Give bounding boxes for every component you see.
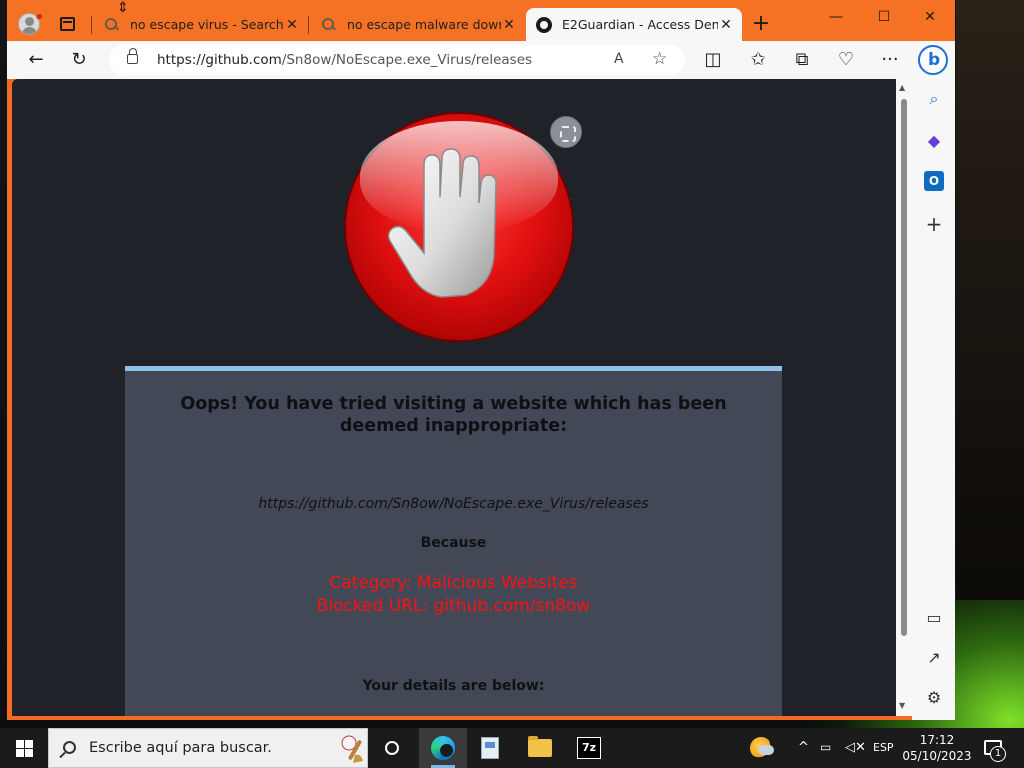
file-explorer-icon xyxy=(528,736,552,757)
lock-icon[interactable] xyxy=(127,48,138,64)
sidebar-search-icon[interactable]: ⌕ xyxy=(924,89,944,109)
stop-hand-icon xyxy=(387,148,497,298)
search-icon xyxy=(104,17,120,33)
start-button[interactable] xyxy=(16,740,33,757)
page-viewport: Oops! You have tried visiting a website … xyxy=(12,79,896,716)
access-denied-panel: Oops! You have tried visiting a website … xyxy=(125,366,782,716)
scrollbar-thumb[interactable] xyxy=(901,99,907,636)
hide-sidebar-icon[interactable]: ▭ xyxy=(924,608,944,628)
notification-count-badge: 1 xyxy=(990,746,1006,762)
profile-notification-dot xyxy=(36,13,43,20)
minimize-button[interactable]: — xyxy=(813,6,859,28)
scroll-down-arrow[interactable]: ▼ xyxy=(899,701,905,710)
search-icon xyxy=(63,741,76,754)
workspaces-icon[interactable] xyxy=(60,17,75,31)
blocked-url-reason: Blocked URL: github.com/sn8ow xyxy=(316,596,591,616)
tab-label: no escape virus - Search xyxy=(130,17,284,32)
blocked-url-text: https://github.com/Sn8ow/NoEscape.exe_Vi… xyxy=(258,496,649,512)
copilot-icon[interactable]: ◆ xyxy=(924,131,944,151)
address-path: /Sn8ow/NoEscape.exe_Virus/releases xyxy=(281,52,533,68)
edge-icon xyxy=(431,736,455,760)
details-heading: Your details are below: xyxy=(362,678,545,694)
task-view-icon[interactable] xyxy=(385,741,399,755)
taskbar-edge-button[interactable] xyxy=(419,728,467,768)
favorites-icon[interactable]: ✩ xyxy=(746,49,770,71)
bing-copilot-button[interactable]: b xyxy=(918,45,948,75)
collections-icon[interactable]: ⧉ xyxy=(790,49,814,71)
address-text[interactable]: https://github.com/Sn8ow/NoEscape.exe_Vi… xyxy=(157,52,532,68)
tab-search-malware[interactable]: no escape malware downloa ✕ xyxy=(321,8,521,41)
outlook-icon[interactable]: O xyxy=(924,171,944,191)
visual-search-button[interactable] xyxy=(550,116,582,148)
back-button[interactable]: ← xyxy=(24,49,48,71)
bing-icon: b xyxy=(928,50,941,70)
volume-muted-icon[interactable]: ◁✕ xyxy=(845,740,866,755)
read-aloud-icon[interactable]: A xyxy=(614,51,624,67)
clock-time: 17:12 xyxy=(919,733,955,747)
taskbar-explorer-button[interactable] xyxy=(516,728,564,768)
page-scrollbar[interactable]: ▲ ▼ xyxy=(896,79,912,716)
navigation-bar: ← ↻ https://github.com/Sn8ow/NoEscape.ex… xyxy=(7,41,955,79)
scroll-up-arrow[interactable]: ▲ xyxy=(899,83,905,92)
title-bar: no escape virus - Search ✕ no escape mal… xyxy=(7,0,955,41)
taskbar-notepad-button[interactable] xyxy=(467,728,515,768)
sidebar-settings-icon[interactable]: ⚙ xyxy=(924,688,944,708)
category-text: Category: Malicious Websites xyxy=(329,573,578,593)
network-icon[interactable]: ▭ xyxy=(820,740,831,754)
tab-close-button[interactable]: ✕ xyxy=(718,17,734,33)
language-indicator[interactable]: ESP xyxy=(873,741,894,754)
edge-sidebar: b ⌕ ◆ O + ▭ ↗ ⚙ xyxy=(912,41,955,720)
close-window-button[interactable]: ✕ xyxy=(907,6,953,28)
mouse-cursor: ⇕ xyxy=(117,0,129,16)
tab-label: E2Guardian - Access Denied xyxy=(562,17,718,32)
tray-overflow-chevron[interactable]: ^ xyxy=(798,740,809,755)
weather-icon[interactable] xyxy=(750,737,774,759)
favorite-star-icon[interactable]: ☆ xyxy=(652,49,667,69)
because-label: Because xyxy=(420,535,487,551)
tab-label: no escape malware downloa xyxy=(347,17,501,32)
search-icon xyxy=(321,17,337,33)
taskbar-search-box[interactable]: Escribe aquí para buscar. xyxy=(48,728,368,768)
refresh-button[interactable]: ↻ xyxy=(67,49,91,71)
browser-essentials-icon[interactable]: ♡ xyxy=(834,49,858,71)
address-host: https://github.com xyxy=(157,52,282,68)
7zip-icon: 7z xyxy=(577,737,601,759)
tab-close-button[interactable]: ✕ xyxy=(284,17,300,33)
maximize-button[interactable]: ☐ xyxy=(861,6,907,28)
clock-date: 05/10/2023 xyxy=(902,749,972,763)
tab-search-virus[interactable]: no escape virus - Search ✕ xyxy=(104,8,304,41)
clock[interactable]: 17:12 05/10/2023 xyxy=(902,732,972,764)
page-title: Oops! You have tried visiting a website … xyxy=(180,394,727,436)
taskbar-7zip-button[interactable]: 7z xyxy=(565,728,613,768)
browser-window: no escape virus - Search ✕ no escape mal… xyxy=(7,0,955,720)
new-tab-button[interactable]: + xyxy=(749,10,773,38)
add-sidebar-app-icon[interactable]: + xyxy=(924,214,944,234)
tab-access-denied[interactable]: E2Guardian - Access Denied ✕ xyxy=(526,8,742,41)
tab-separator xyxy=(91,16,92,34)
tab-close-button[interactable]: ✕ xyxy=(501,17,517,33)
address-bar[interactable]: https://github.com/Sn8ow/NoEscape.exe_Vi… xyxy=(109,45,685,75)
notepad-icon xyxy=(481,737,499,759)
split-screen-icon[interactable]: ◫ xyxy=(701,49,725,71)
desktop-wallpaper-rock xyxy=(956,0,1024,600)
more-options-icon[interactable]: ··· xyxy=(878,49,902,71)
search-highlight-icon xyxy=(341,735,363,763)
open-external-icon[interactable]: ↗ xyxy=(924,648,944,668)
github-icon xyxy=(536,16,552,33)
tab-separator xyxy=(308,16,309,34)
taskbar: Escribe aquí para buscar. 7z ^ ▭ ◁✕ ESP … xyxy=(0,728,1024,768)
search-placeholder: Escribe aquí para buscar. xyxy=(89,740,272,756)
